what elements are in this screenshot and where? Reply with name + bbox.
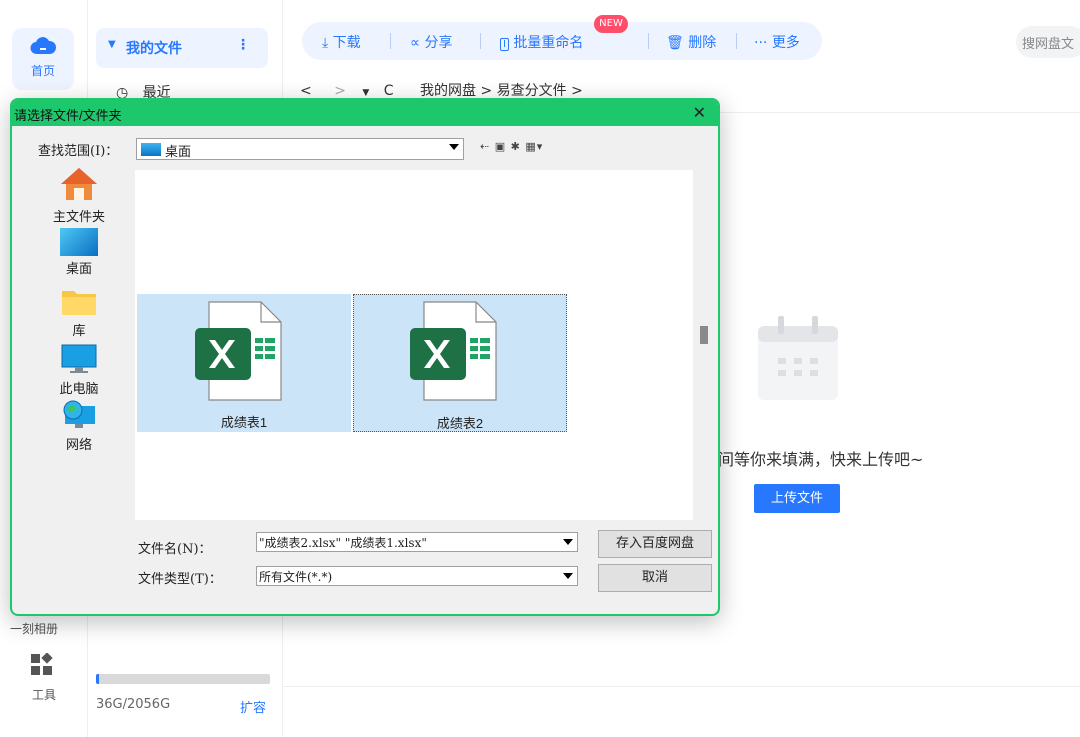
file-type-label: 文件类型(T)： [138,572,222,587]
look-in-label: 查找范围(I)： [38,144,119,159]
rail-home-label: 首页 [30,64,55,78]
more-label: 更多 [771,35,800,51]
forward-arrow-icon[interactable]: > [334,83,346,99]
rail-album-label[interactable]: 一刻相册 [10,620,58,637]
divider [283,686,1080,687]
back-arrow-icon[interactable]: < [300,83,312,99]
new-badge: NEW [594,15,628,33]
place-network[interactable]: 网络 [34,400,124,453]
trash-icon: 🗑 [666,35,684,51]
vertical-scrollbar[interactable] [696,170,716,520]
place-library[interactable]: 库 [34,288,124,339]
place-this-pc[interactable]: 此电脑 [34,344,124,397]
calendar-icon [758,316,838,400]
breadcrumb-item[interactable]: 易查分文件 [497,83,567,99]
file-toolbar: ⤓ 下载 ∝ 分享 I 批量重命名 🗑 删除 ··· 更多 [302,22,822,60]
navigation-bar: < > ▼ C 我的网盘 > 易查分文件 > [300,80,583,100]
excel-file-icon [410,301,497,401]
place-label: 主文件夹 [52,210,105,225]
history-dropdown-icon[interactable]: ▼ [362,88,369,98]
divider [480,33,481,49]
file-item[interactable]: 成绩表2 [353,294,567,432]
close-icon[interactable]: ✕ [693,103,706,122]
library-folder-icon [62,291,96,315]
excel-file-icon [195,301,282,401]
file-item[interactable]: 成绩表1 [137,294,351,432]
divider [736,33,737,49]
share-icon: ∝ [410,35,421,51]
look-in-select[interactable]: 桌面 [136,138,464,160]
dropdown-arrow-icon [449,144,459,150]
empty-state-text: 间等你来填满，快来上传吧~ [718,450,924,469]
sidebar-item-my-files[interactable]: ▼ 我的文件 ⋮ [96,28,268,68]
storage-usage-text: 36G/2056G [96,697,171,712]
more-vertical-icon[interactable]: ⋮ [236,37,250,53]
file-name-label-text: 文件名(N)： [138,542,212,557]
refresh-icon[interactable]: C [384,83,394,99]
cancel-button[interactable]: 取消 [598,564,712,592]
download-button[interactable]: ⤓ 下载 [322,32,361,52]
computer-icon [61,344,97,373]
upload-file-button[interactable]: 上传文件 [754,484,840,513]
place-desktop[interactable]: 桌面 [34,228,124,277]
share-button[interactable]: ∝ 分享 [410,32,452,52]
delete-button[interactable]: 🗑 删除 [666,32,716,52]
search-input[interactable]: 搜网盘文 [1016,26,1080,58]
breadcrumb-item[interactable]: 我的网盘 [420,83,476,99]
caret-down-icon: ▼ [108,39,116,50]
tools-icon[interactable] [30,653,54,677]
file-name-label: 成绩表1 [220,415,268,430]
view-menu-icon[interactable]: ▦▾ [525,140,543,153]
dialog-title-bar[interactable]: 请选择文件/文件夹 ✕ [12,100,718,126]
scrollbar-thumb[interactable] [700,326,708,344]
file-name-input[interactable]: "成绩表2.xlsx" "成绩表1.xlsx" [256,532,578,552]
file-chooser-dialog: 请选择文件/文件夹 ✕ 查找范围(I)： 桌面 ⇠ ▣ ✱ ▦▾ 主文件夹 桌面 [10,98,720,616]
storage-progress-bar [96,674,270,684]
breadcrumb-separator-icon: > [571,83,583,99]
dropdown-arrow-icon [563,573,573,579]
batch-rename-label: 批量重命名 [513,35,584,51]
breadcrumb-separator-icon: > [480,83,497,99]
batch-rename-button[interactable]: I 批量重命名 [500,32,583,52]
rail-home-button[interactable]: 首页 [12,28,74,90]
back-icon[interactable]: ⇠ [480,140,490,153]
storage-progress-fill [96,674,100,684]
divider [648,33,649,49]
rail-tools-label[interactable]: 工具 [32,686,56,703]
file-name-value: "成绩表2.xlsx" "成绩表1.xlsx" [259,536,427,550]
file-type-value: 所有文件(*.*) [259,570,333,584]
save-to-cloud-button[interactable]: 存入百度网盘 [598,530,712,558]
file-name-label: 成绩表2 [436,416,484,431]
more-button[interactable]: ··· 更多 [754,32,800,52]
download-icon: ⤓ [322,35,329,51]
up-folder-icon[interactable]: ▣ [495,140,506,153]
expand-storage-link[interactable]: 扩容 [240,697,266,716]
desktop-folder-icon [141,143,161,156]
network-globe-icon [63,400,95,428]
dialog-view-tools[interactable]: ⇠ ▣ ✱ ▦▾ [480,140,543,153]
more-horizontal-icon: ··· [754,35,768,51]
file-type-select[interactable]: 所有文件(*.*) [256,566,578,586]
file-list-area[interactable]: 成绩表1 成绩表2 [135,170,693,520]
place-label: 此电脑 [59,382,99,397]
place-label: 桌面 [65,262,92,277]
download-label: 下载 [332,35,361,51]
home-icon [61,168,97,200]
place-home[interactable]: 主文件夹 [34,166,124,225]
dialog-title: 请选择文件/文件夹 [14,108,122,123]
place-label: 网络 [65,438,92,453]
share-label: 分享 [424,35,453,51]
look-in-value: 桌面 [165,145,192,160]
divider [390,33,391,49]
delete-label: 删除 [688,35,717,51]
place-label: 库 [72,324,86,339]
sidebar-item-label: 我的文件 [126,41,182,57]
rename-icon: I [500,38,509,51]
desktop-icon [60,228,98,256]
cloud-icon [30,37,56,55]
dropdown-arrow-icon[interactable] [563,539,573,545]
new-folder-icon[interactable]: ✱ [511,140,521,153]
